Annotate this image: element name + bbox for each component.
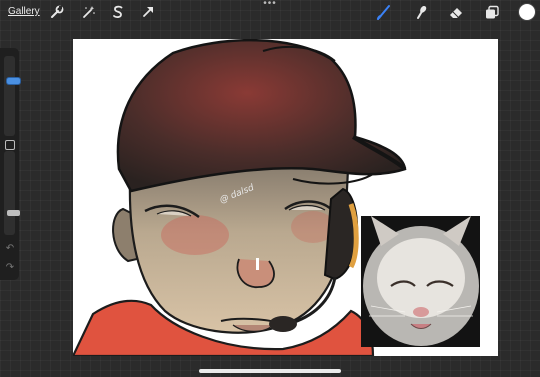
opacity-slider[interactable] [4,151,20,235]
color-picker-button[interactable] [519,4,535,20]
more-dots-icon[interactable]: ••• [262,0,278,9]
selection-s-icon[interactable] [110,4,126,20]
home-indicator[interactable] [199,369,341,373]
wrench-icon[interactable] [49,4,65,20]
brush-size-thumb[interactable] [7,78,20,84]
left-sidebar: ↶ ↷ [0,48,20,280]
reference-photo[interactable] [361,216,480,347]
opacity-thumb[interactable] [7,210,20,216]
magic-wand-icon[interactable] [81,4,97,20]
top-toolbar: Gallery ••• [0,0,540,24]
undo-icon[interactable]: ↶ [5,244,15,254]
brush-size-slider[interactable] [4,56,20,136]
redo-icon[interactable]: ↷ [5,263,15,273]
transform-arrow-icon[interactable] [140,4,156,20]
brush-icon[interactable] [376,4,392,21]
gallery-button[interactable]: Gallery [8,6,40,17]
layers-icon[interactable] [484,4,500,20]
modify-square-button[interactable] [5,140,15,150]
smudge-icon[interactable] [413,4,429,20]
eraser-icon[interactable] [448,4,464,20]
